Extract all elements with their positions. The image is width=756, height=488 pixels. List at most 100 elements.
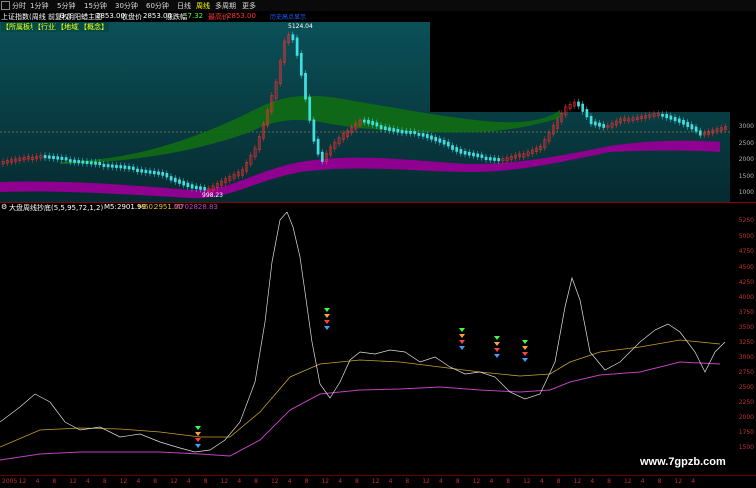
candle-body <box>392 128 396 132</box>
tab-daily[interactable]: 日线 <box>177 1 191 11</box>
candle-body <box>367 119 370 124</box>
candle-body <box>136 168 139 172</box>
candle-body <box>312 119 316 142</box>
candle-body <box>434 136 438 142</box>
gear-icon[interactable]: ⚙ <box>59 12 65 20</box>
candle-body <box>404 130 408 134</box>
tab-60min[interactable]: 60分钟 <box>146 1 169 11</box>
date-axis-label: 2005 <box>2 478 18 485</box>
candle-body <box>68 159 72 163</box>
tab-30min[interactable]: 30分钟 <box>115 1 138 11</box>
high-value: 2853.00 <box>227 12 256 20</box>
candle-body <box>677 118 681 123</box>
candle-body <box>98 162 102 166</box>
candle-body <box>430 135 433 140</box>
date-axis-label: 4 <box>439 478 443 485</box>
candle-body <box>194 185 198 190</box>
candle-body <box>203 187 207 191</box>
price-axis: 3000 2500 2000 1500 1000 <box>730 22 756 202</box>
candle-body <box>442 139 446 145</box>
candle-body <box>488 157 492 161</box>
tab-more[interactable]: 更多 <box>242 1 256 11</box>
price-axis-label: 1000 <box>738 189 754 196</box>
candle-body <box>52 155 55 160</box>
date-axis-label: 8 <box>455 478 460 485</box>
date-axis-label: 4 <box>691 478 696 485</box>
date-axis-label: 8 <box>355 478 359 485</box>
tab-weekly[interactable]: 周线 <box>196 1 210 11</box>
indicator-chart[interactable] <box>0 212 730 474</box>
date-axis-label: 12 <box>69 478 77 485</box>
candle-body <box>396 129 400 133</box>
tab-15min[interactable]: 15分钟 <box>84 1 107 11</box>
indicator-background <box>0 212 730 474</box>
date-axis-label: 8 <box>102 478 107 485</box>
candle-body <box>409 130 412 134</box>
candle-body <box>186 182 190 188</box>
price-chart[interactable]: 5124.04 998.23 <box>0 22 730 202</box>
date-axis-label: 12 <box>674 478 683 485</box>
high-label: 最高价 <box>208 13 229 21</box>
candle-body <box>371 121 375 126</box>
window-icon[interactable] <box>1 1 10 10</box>
candle-body <box>694 126 698 132</box>
candle-body <box>602 123 606 128</box>
candle-body <box>581 103 585 112</box>
candle-body <box>73 159 76 163</box>
date-axis-label: 12 <box>422 478 430 485</box>
candle-body <box>320 151 324 162</box>
candle-body <box>425 133 429 139</box>
candle-body <box>299 53 303 76</box>
price-axis-label: 2500 <box>738 140 754 147</box>
candle-body <box>388 127 391 131</box>
tab-fenshi[interactable]: 分时 <box>12 1 26 11</box>
price-axis-label: 3000 <box>738 123 754 130</box>
candle-body <box>173 177 177 183</box>
candle-body <box>593 121 597 126</box>
candle-body <box>577 101 580 107</box>
candle-body <box>417 132 421 136</box>
price-axis-label: 1500 <box>738 173 754 180</box>
tab-multi-period[interactable]: 多周期 <box>215 1 236 11</box>
indicator-axis-label: 4750 <box>738 248 754 255</box>
peak-price-label: 5124.04 <box>288 23 313 30</box>
candle-body <box>585 109 589 118</box>
candle-body <box>43 155 47 159</box>
date-axis: 2005 12 4 8 12 4 8 12 4 8 12 4 8 12 4 8 12 4 8 12 4 8 12 4 8 12 4 8… <box>0 475 756 488</box>
date-axis-label: 12 <box>523 478 531 485</box>
tab-5min[interactable]: 5分钟 <box>57 1 75 11</box>
watermark: www.7gpzb.com <box>640 456 726 468</box>
indicator-axis-label: 4500 <box>738 264 754 271</box>
date-axis-label: 12 <box>119 478 128 485</box>
candle-body <box>144 169 148 174</box>
date-axis-label: 4 <box>539 478 544 485</box>
candle-body <box>199 186 202 190</box>
date-axis-label: 4 <box>388 478 393 485</box>
ma70-value: 2828.83 <box>189 203 218 211</box>
candle-body <box>152 170 156 175</box>
candle-body <box>295 37 299 56</box>
candle-body <box>690 124 694 130</box>
gear-icon[interactable]: ⚙ <box>1 203 7 211</box>
indicator-axis-label: 2500 <box>738 384 754 391</box>
date-axis-label: 4 <box>35 478 40 485</box>
candle-body <box>60 156 64 160</box>
tag-concept[interactable]: 【概念】 <box>79 22 109 32</box>
candle-body <box>115 164 118 168</box>
candle-body <box>94 161 97 165</box>
candle-body <box>56 156 60 160</box>
candle-body <box>400 129 404 134</box>
date-axis-label: 12 <box>18 478 27 485</box>
date-axis-label: 12 <box>371 478 380 485</box>
ma60-label: M60: <box>138 203 156 211</box>
indicator-axis-label: 5000 <box>738 233 754 240</box>
candle-body <box>451 145 454 150</box>
tab-1min[interactable]: 1分钟 <box>30 1 48 11</box>
candle-body <box>669 115 673 120</box>
candle-body <box>598 122 601 127</box>
candle-body <box>106 164 110 168</box>
indicator-axis-label: 1750 <box>738 429 754 436</box>
date-axis-label: 4 <box>338 478 343 485</box>
change-label: 涨跌幅 <box>166 13 187 21</box>
indicator-axis-label: 3750 <box>738 309 754 316</box>
